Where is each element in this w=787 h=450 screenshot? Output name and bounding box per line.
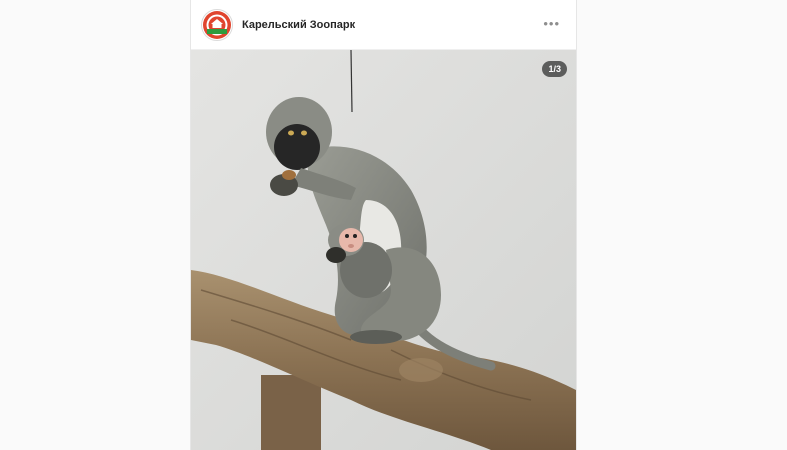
more-options-icon[interactable]: ••• (543, 17, 560, 30)
carousel-counter: 1/3 (542, 61, 567, 77)
avatar[interactable] (201, 8, 233, 41)
username[interactable]: Карельский Зоопарк (242, 19, 355, 31)
instagram-post: Карельский Зоопарк ••• 1/3 (190, 0, 577, 450)
post-header: Карельский Зоопарк ••• (191, 0, 576, 50)
post-photo[interactable] (191, 50, 576, 450)
zoo-logo-icon (203, 10, 231, 39)
